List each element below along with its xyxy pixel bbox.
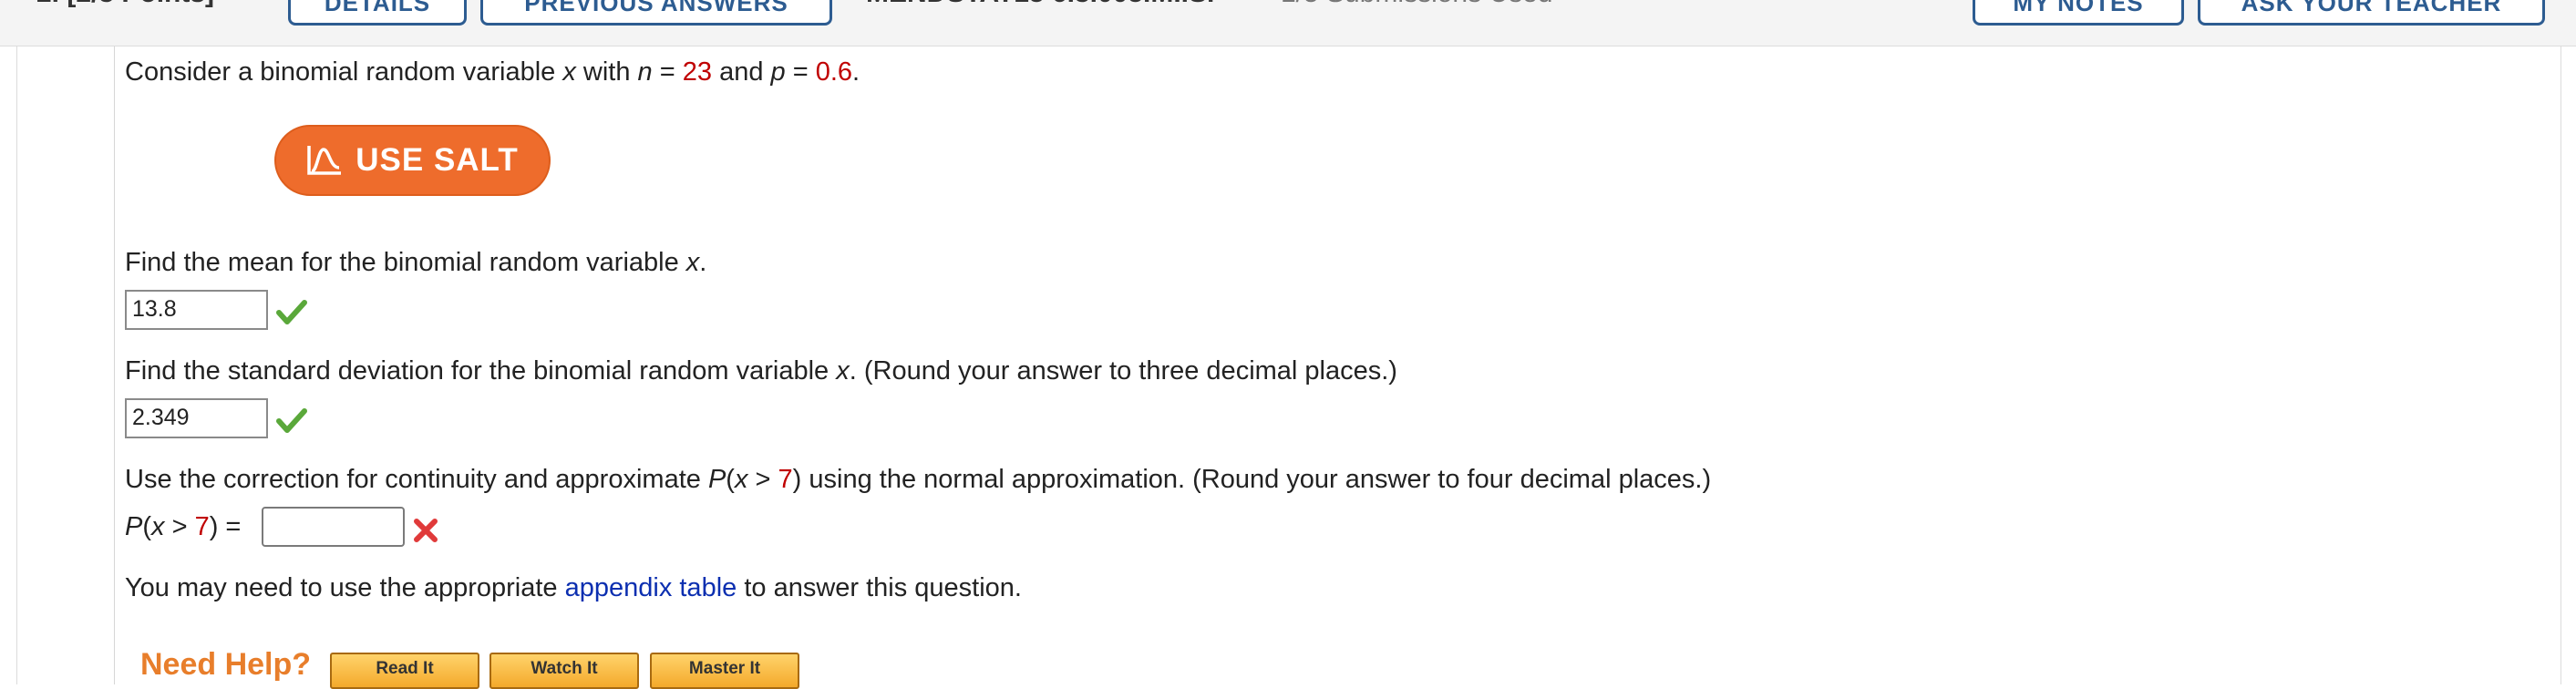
approx-prompt: Use the correction for continuity and ap… [125, 465, 1712, 494]
watch-it-button[interactable]: Watch It [489, 653, 639, 689]
question-intro: Consider a binomial random variable x wi… [125, 57, 860, 87]
points-label: 2. [2/3 Points] [36, 0, 214, 9]
n-value: 23 [682, 57, 713, 87]
appendix-table-link[interactable]: appendix table [565, 573, 737, 602]
appendix-note: You may need to use the appropriate appe… [125, 573, 1022, 602]
details-button[interactable]: DETAILS [288, 0, 467, 26]
submissions-used: 1/5 Submissions Used [1281, 0, 1552, 9]
p-value: 0.6 [815, 57, 853, 87]
assignment-code: MENDSTAT15 6.3.005.MI.S. [866, 0, 1214, 9]
use-salt-label: USE SALT [355, 142, 519, 178]
sd-answer-field[interactable]: 2.349 [125, 398, 268, 438]
need-help-title: Need Help? [140, 647, 312, 682]
mean-answer-field[interactable]: 13.8 [125, 290, 268, 330]
approx-equation-label: P(x > 7) = [125, 512, 242, 541]
salt-chart-icon [307, 146, 342, 175]
previous-answers-button[interactable]: PREVIOUS ANSWERS [480, 0, 832, 26]
read-it-button[interactable]: Read It [330, 653, 479, 689]
cross-icon [414, 519, 438, 542]
question-toolbar: 2. [2/3 Points] DETAILS PREVIOUS ANSWERS… [0, 0, 2576, 46]
sd-prompt: Find the standard deviation for the bino… [125, 356, 1397, 386]
my-notes-button[interactable]: MY NOTES [1973, 0, 2184, 26]
check-icon [276, 408, 307, 433]
ask-teacher-button[interactable]: ASK YOUR TEACHER [2198, 0, 2545, 26]
use-salt-button[interactable]: USE SALT [274, 125, 551, 196]
check-icon [276, 300, 307, 324]
master-it-button[interactable]: Master It [650, 653, 799, 689]
mean-prompt: Find the mean for the binomial random va… [125, 248, 707, 277]
approx-answer-field[interactable] [262, 507, 405, 547]
